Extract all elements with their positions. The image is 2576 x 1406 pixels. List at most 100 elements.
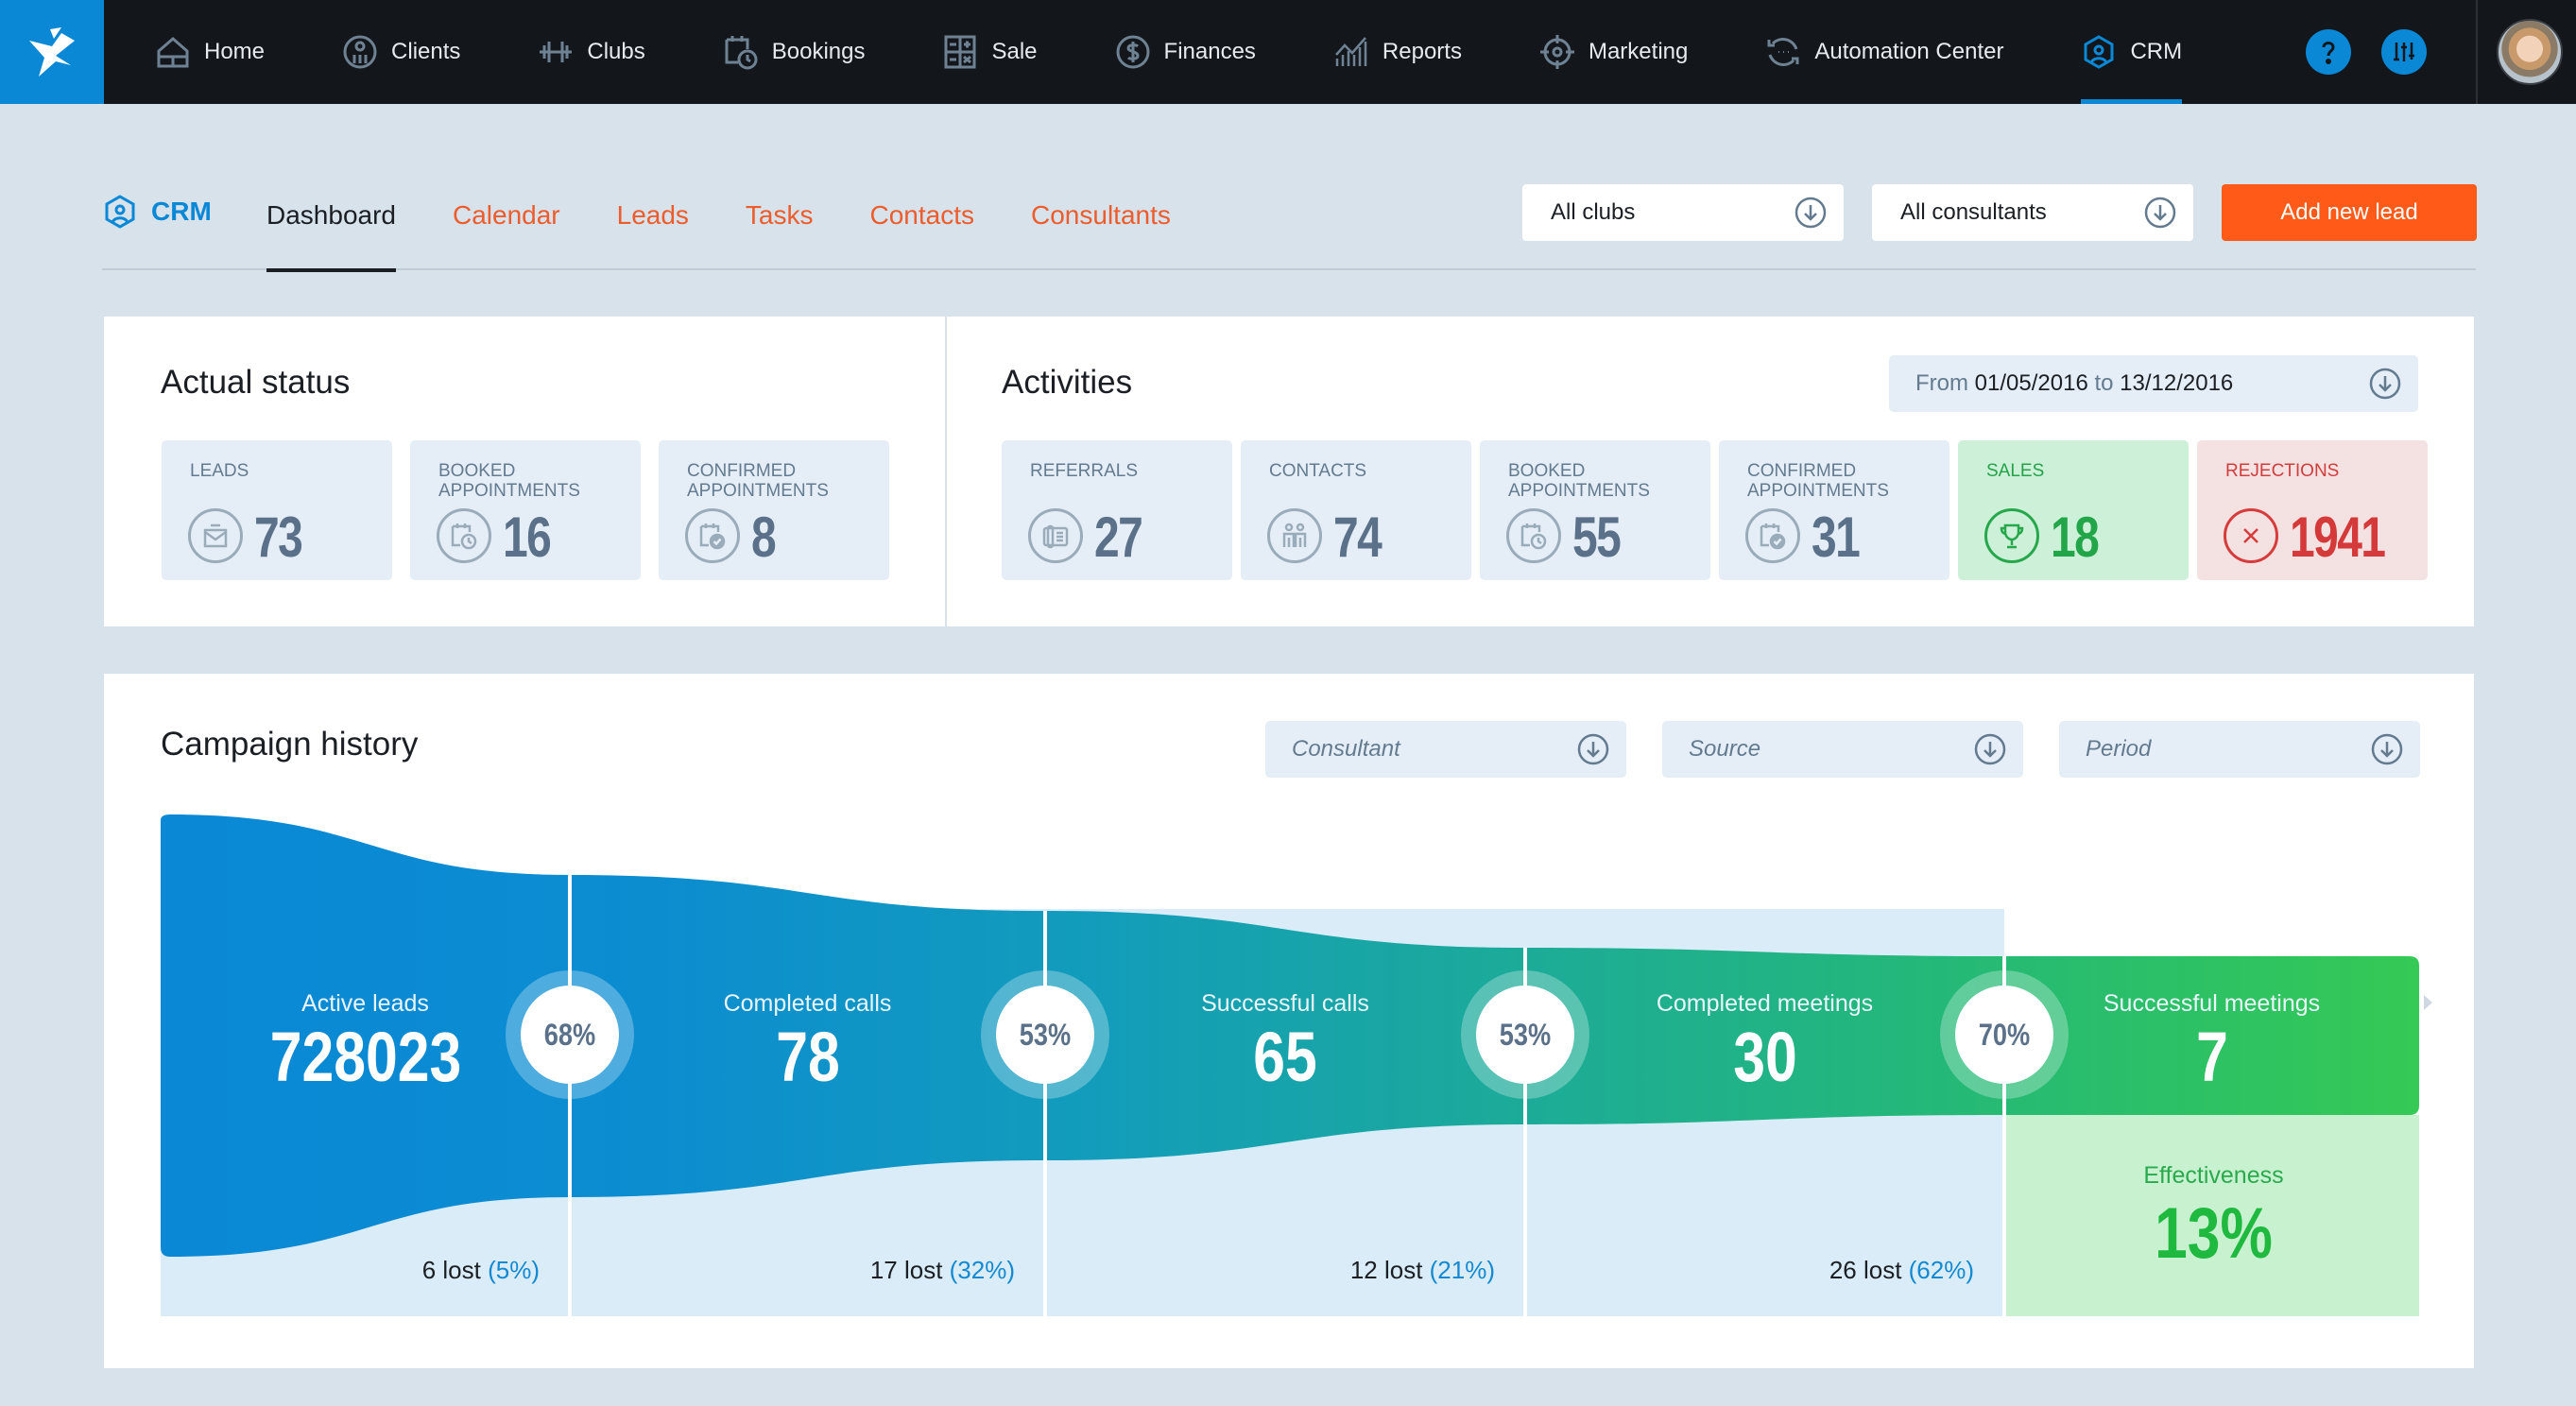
chart-icon (1334, 37, 1367, 66)
chevron-down-icon (1577, 733, 1609, 765)
tab-contacts[interactable]: Contacts (870, 170, 975, 270)
funnel-stage-value: 728023 (269, 1018, 461, 1096)
stat-card-booked-appointments-activity: BOOKED APPOINTMENTS 55 (1480, 440, 1710, 580)
stat-card-confirmed-appointments-activity: CONFIRMED APPOINTMENTS 31 (1719, 440, 1949, 580)
conversion-rate-badge: 53% (996, 986, 1094, 1084)
tab-calendar[interactable]: Calendar (453, 170, 560, 270)
tab-tasks[interactable]: Tasks (746, 170, 814, 270)
chevron-down-icon (1795, 197, 1827, 229)
question-icon (2322, 42, 2335, 64)
refresh-icon (1767, 38, 1799, 66)
add-new-lead-button[interactable]: Add new lead (2222, 184, 2477, 241)
calendar-clock-icon (451, 523, 477, 550)
stat-label: CONTACTS (1269, 461, 1367, 481)
stat-card-referrals: REFERRALS 27 (1002, 440, 1232, 580)
nav-reports-label: Reports (1382, 39, 1462, 64)
stat-card-rejections: REJECTIONS 1941 (2197, 440, 2428, 580)
nav-sale-label: Sale (991, 39, 1038, 64)
nav-automation-center-label: Automation Center (1814, 39, 2004, 64)
tab-dashboard[interactable]: Dashboard (266, 170, 396, 272)
actual-status-title: Actual status (161, 364, 351, 401)
clients-icon (343, 35, 377, 69)
funnel-stage-value: 30 (1732, 1018, 1797, 1096)
stat-label: SALES (1986, 461, 2045, 481)
nav-sale[interactable]: Sale (891, 0, 1063, 104)
stat-card-contacts: CONTACTS 74 (1241, 440, 1471, 580)
people-icon (1282, 523, 1307, 547)
stat-label: CONFIRMED APPOINTMENTS (687, 461, 829, 501)
tab-leads[interactable]: Leads (617, 170, 689, 270)
calendar-clock-icon (725, 36, 758, 70)
source-filter-placeholder: Source (1689, 736, 1761, 762)
calendar-clock-icon (1520, 523, 1547, 550)
nav-bookings[interactable]: Bookings (672, 0, 892, 104)
stat-value: 18 (2051, 506, 2100, 569)
stat-label: BOOKED APPOINTMENTS (438, 461, 580, 501)
stat-label: REFERRALS (1030, 461, 1139, 481)
date-range-picker[interactable]: From 01/05/2016 to 13/12/2016 (1889, 355, 2418, 412)
nav-clubs-label: Clubs (587, 39, 645, 64)
clubs-select-value: All clubs (1551, 199, 1636, 225)
user-avatar[interactable] (2497, 19, 2563, 85)
nav-clients-label: Clients (391, 39, 461, 64)
stat-value: 1941 (2290, 506, 2386, 569)
consultants-select-value: All consultants (1900, 199, 2047, 225)
lost-count: 26 lost (62%) (1829, 1256, 1974, 1284)
period-filter[interactable]: Period (2059, 721, 2420, 778)
nav-clubs[interactable]: Clubs (487, 0, 671, 104)
stat-card-confirmed-appointments: CONFIRMED APPOINTMENTS 8 (659, 440, 889, 580)
stat-card-sales: SALES 18 (1958, 440, 2189, 580)
help-button[interactable] (2306, 29, 2351, 75)
calendar-check-icon (1760, 523, 1786, 550)
topbar-divider (2476, 0, 2478, 104)
stat-card-leads: LEADS 73 (162, 440, 392, 580)
nav-finances[interactable]: Finances (1064, 0, 1282, 104)
stage-divider (568, 875, 572, 1316)
sliders-icon (2394, 43, 2414, 61)
main-nav: Home Clients Clubs Bookings Sale Finance… (104, 0, 2208, 104)
calculator-icon (944, 35, 976, 69)
dollar-icon (1116, 35, 1150, 69)
chevron-down-icon (2144, 197, 2176, 229)
conversion-rate-badge: 68% (521, 986, 619, 1084)
nav-marketing[interactable]: Marketing (1488, 0, 1714, 104)
funnel-stage-value: 7 (2195, 1018, 2228, 1096)
consultant-filter[interactable]: Consultant (1265, 721, 1626, 778)
calendar-check-icon (699, 523, 726, 550)
nav-clients[interactable]: Clients (291, 0, 487, 104)
nav-reports[interactable]: Reports (1282, 0, 1488, 104)
top-right-actions (2275, 0, 2576, 104)
crm-brand: CRM (102, 194, 212, 230)
tab-consultants[interactable]: Consultants (1031, 170, 1171, 270)
consultants-select[interactable]: All consultants (1872, 184, 2193, 241)
settings-button[interactable] (2381, 29, 2427, 75)
phone-icon (1042, 524, 1069, 549)
briefcase-icon (203, 523, 228, 548)
lost-count: 6 lost (5%) (421, 1256, 540, 1284)
chevron-down-icon (1974, 733, 2006, 765)
stat-label: REJECTIONS (2225, 461, 2340, 481)
activities-title: Activities (1002, 364, 1133, 401)
stat-value: 27 (1094, 506, 1143, 569)
nav-crm[interactable]: CRM (2030, 0, 2208, 104)
app-logo[interactable] (0, 0, 104, 104)
crm-icon (2084, 35, 2114, 69)
lost-count: 12 lost (21%) (1349, 1256, 1495, 1284)
funnel-stage-label: Successful meetings (2103, 990, 2321, 1017)
nav-automation-center[interactable]: Automation Center (1714, 0, 2030, 104)
funnel-stage-label: Completed meetings (1656, 990, 1874, 1017)
nav-bookings-label: Bookings (771, 39, 866, 64)
crm-tabs: Dashboard Calendar Leads Tasks Contacts … (266, 170, 1228, 272)
date-to-prefix: to (2094, 370, 2114, 396)
chevron-down-icon (2369, 368, 2401, 400)
crm-brand-label: CRM (151, 197, 212, 226)
chevron-down-icon (2371, 733, 2403, 765)
next-arrow-icon[interactable] (2424, 995, 2432, 1010)
source-filter[interactable]: Source (1662, 721, 2023, 778)
effectiveness-label: Effectiveness (2143, 1162, 2284, 1189)
funnel-stage-value: 78 (775, 1018, 840, 1096)
target-icon (1539, 35, 1574, 69)
nav-home[interactable]: Home (104, 0, 291, 104)
home-icon (157, 37, 189, 68)
clubs-select[interactable]: All clubs (1522, 184, 1844, 241)
